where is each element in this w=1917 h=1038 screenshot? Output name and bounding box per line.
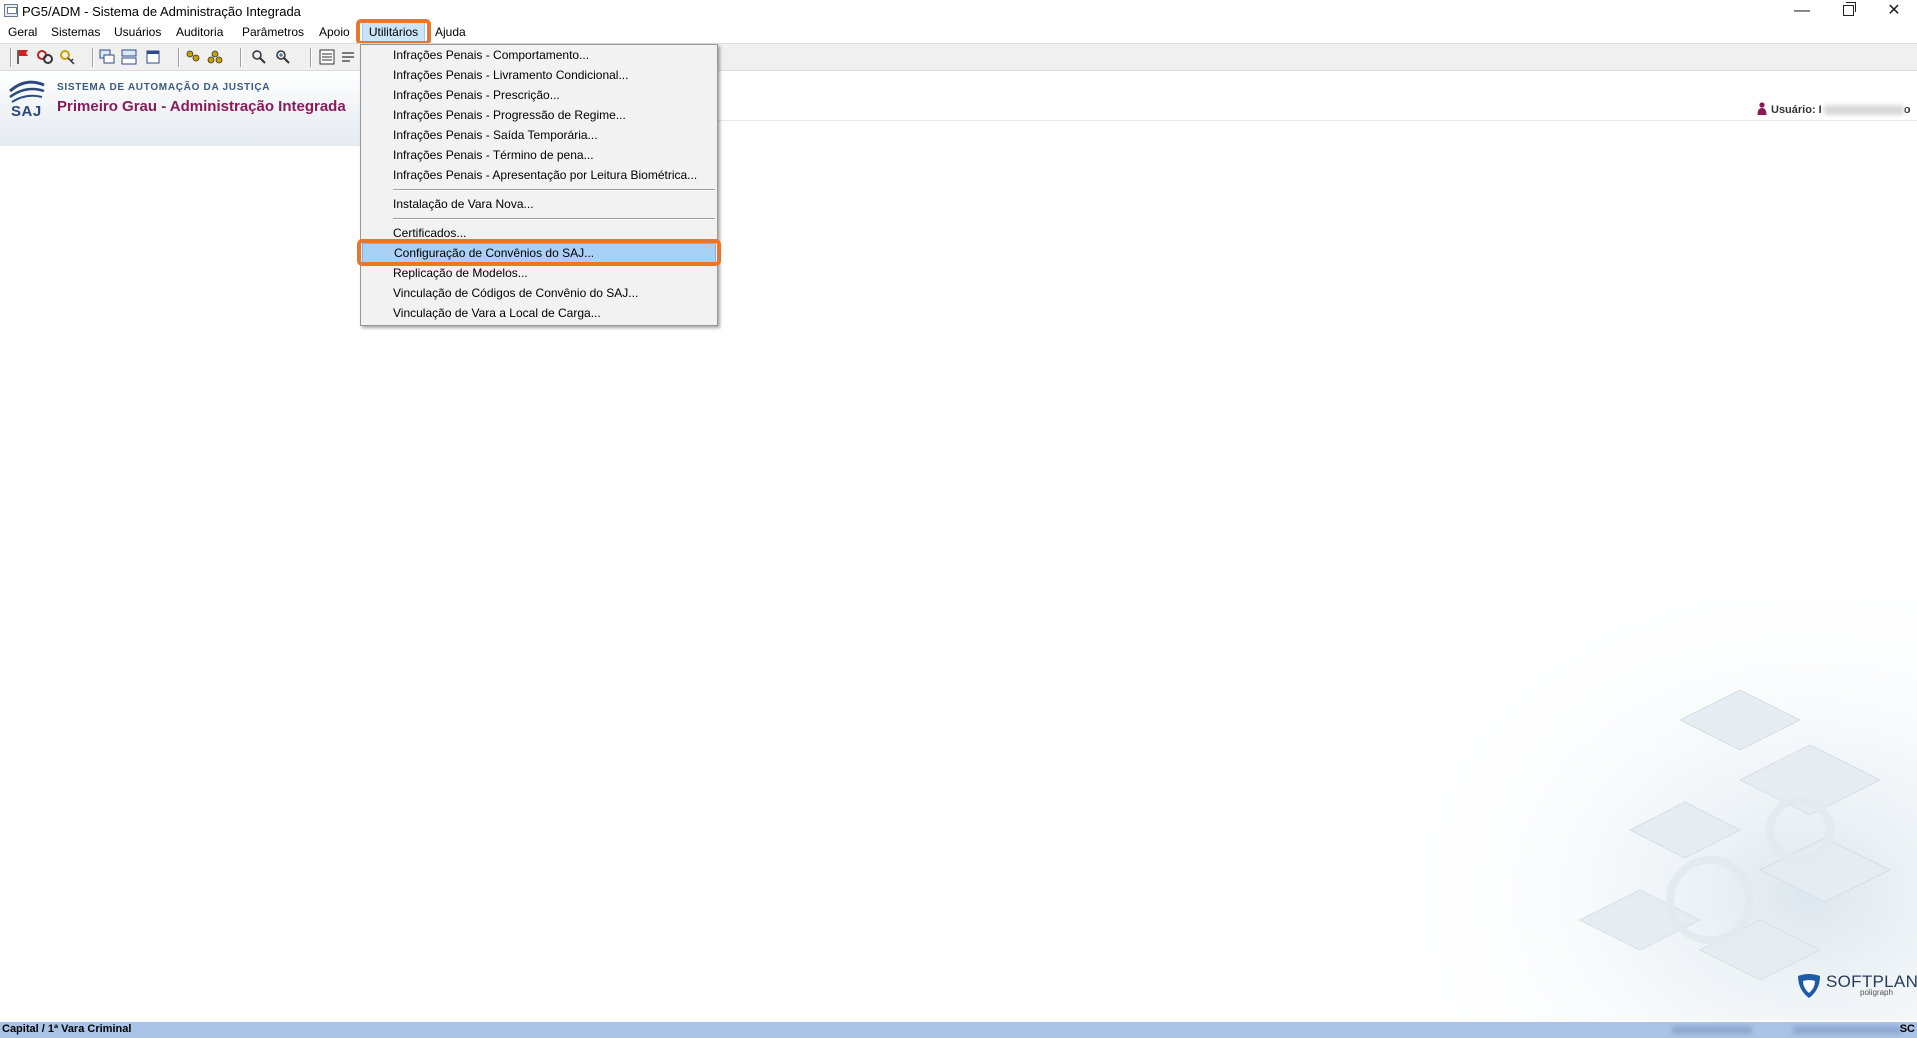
title-bar: PG5/ADM - Sistema de Administração Integ… — [0, 0, 1917, 22]
menu-item-infracoes-saida[interactable]: Infrações Penais - Saída Temporária... — [362, 125, 716, 145]
user-name-redacted — [1823, 105, 1904, 116]
status-state: SC — [1899, 1023, 1915, 1035]
toolbar-separator — [92, 48, 94, 67]
maximize-icon — [1842, 2, 1856, 16]
minimize-icon: — — [1794, 2, 1810, 19]
status-redacted-1 — [1672, 1026, 1752, 1034]
menu-ajuda[interactable]: Ajuda — [434, 22, 467, 43]
status-redacted-2 — [1793, 1026, 1901, 1034]
softplan-brand-sub: poligraph — [1860, 988, 1893, 997]
search-icon[interactable] — [250, 48, 268, 66]
selected-item-highlight-outline — [357, 239, 721, 266]
menu-bar: Geral Sistemas Usuários Auditoria Parâme… — [0, 22, 1917, 43]
flag-icon[interactable] — [14, 48, 32, 66]
window-title: PG5/ADM - Sistema de Administração Integ… — [22, 4, 301, 19]
menu-item-infracoes-comportamento[interactable]: Infrações Penais - Comportamento... — [362, 45, 716, 65]
user-info: Usuário: I o — [1757, 100, 1910, 116]
minimize-button[interactable]: — — [1779, 0, 1825, 22]
edit-list-icon[interactable] — [340, 48, 358, 66]
window-arrange-icon[interactable] — [144, 48, 162, 66]
menu-separator — [393, 189, 715, 191]
menu-usuarios[interactable]: Usuários — [113, 22, 162, 43]
saj-logo-text: SAJ — [11, 103, 42, 120]
toolbar-separator — [240, 48, 242, 67]
close-button[interactable]: ✕ — [1871, 0, 1917, 22]
menu-item-vinculacao-codigos[interactable]: Vinculação de Códigos de Convênio do SAJ… — [362, 283, 716, 303]
window-cascade-icon[interactable] — [98, 48, 116, 66]
system-title: SISTEMA DE AUTOMAÇÃO DA JUSTIÇA — [57, 82, 271, 93]
zoom-icon[interactable] — [274, 48, 292, 66]
toolbar-separator — [178, 48, 180, 67]
user-label: Usuário: I — [1771, 104, 1822, 116]
menu-parametros[interactable]: Parâmetros — [241, 22, 305, 43]
user-label-suffix: o — [1903, 104, 1911, 116]
softplan-logo-icon — [1798, 974, 1820, 998]
status-location: Capital / 1ª Vara Criminal — [2, 1023, 132, 1035]
module-subtitle: Primeiro Grau - Administração Integrada — [57, 98, 346, 115]
user-icon — [1757, 102, 1767, 115]
status-bar: Capital / 1ª Vara Criminal SC — [0, 1022, 1917, 1038]
menu-auditoria[interactable]: Auditoria — [175, 22, 224, 43]
toolbar-separator — [310, 48, 312, 67]
maximize-button[interactable] — [1825, 0, 1871, 22]
menu-item-infracoes-termino[interactable]: Infrações Penais - Término de pena... — [362, 145, 716, 165]
menu-item-replicacao-modelos[interactable]: Replicação de Modelos... — [362, 263, 716, 283]
menu-highlight-outline — [356, 19, 431, 45]
menu-geral[interactable]: Geral — [7, 22, 38, 43]
group-icon[interactable] — [206, 48, 224, 66]
menu-item-infracoes-livramento[interactable]: Infrações Penais - Livramento Condiciona… — [362, 65, 716, 85]
toolbar-separator — [10, 48, 12, 67]
menu-separator — [393, 218, 715, 220]
background-watermark — [1380, 600, 1917, 1020]
window-tile-icon[interactable] — [120, 48, 138, 66]
users-icon[interactable] — [184, 48, 202, 66]
menu-item-infracoes-prescricao[interactable]: Infrações Penais - Prescrição... — [362, 85, 716, 105]
close-icon: ✕ — [1887, 2, 1901, 19]
key-icon[interactable] — [58, 48, 76, 66]
toolbar — [0, 43, 1917, 71]
list-icon[interactable] — [318, 48, 336, 66]
utilitarios-dropdown: Infrações Penais - Comportamento... Infr… — [360, 44, 718, 326]
menu-apoio[interactable]: Apoio — [318, 22, 351, 43]
menu-item-infracoes-biometrica[interactable]: Infrações Penais - Apresentação por Leit… — [362, 165, 716, 185]
menu-sistemas[interactable]: Sistemas — [50, 22, 101, 43]
menu-item-vinculacao-vara[interactable]: Vinculação de Vara a Local de Carga... — [362, 303, 716, 323]
menu-item-instalacao-vara[interactable]: Instalação de Vara Nova... — [362, 194, 716, 214]
link-icon[interactable] — [36, 48, 54, 66]
menu-item-infracoes-progressao[interactable]: Infrações Penais - Progressão de Regime.… — [362, 105, 716, 125]
window-app-icon[interactable] — [4, 4, 18, 17]
